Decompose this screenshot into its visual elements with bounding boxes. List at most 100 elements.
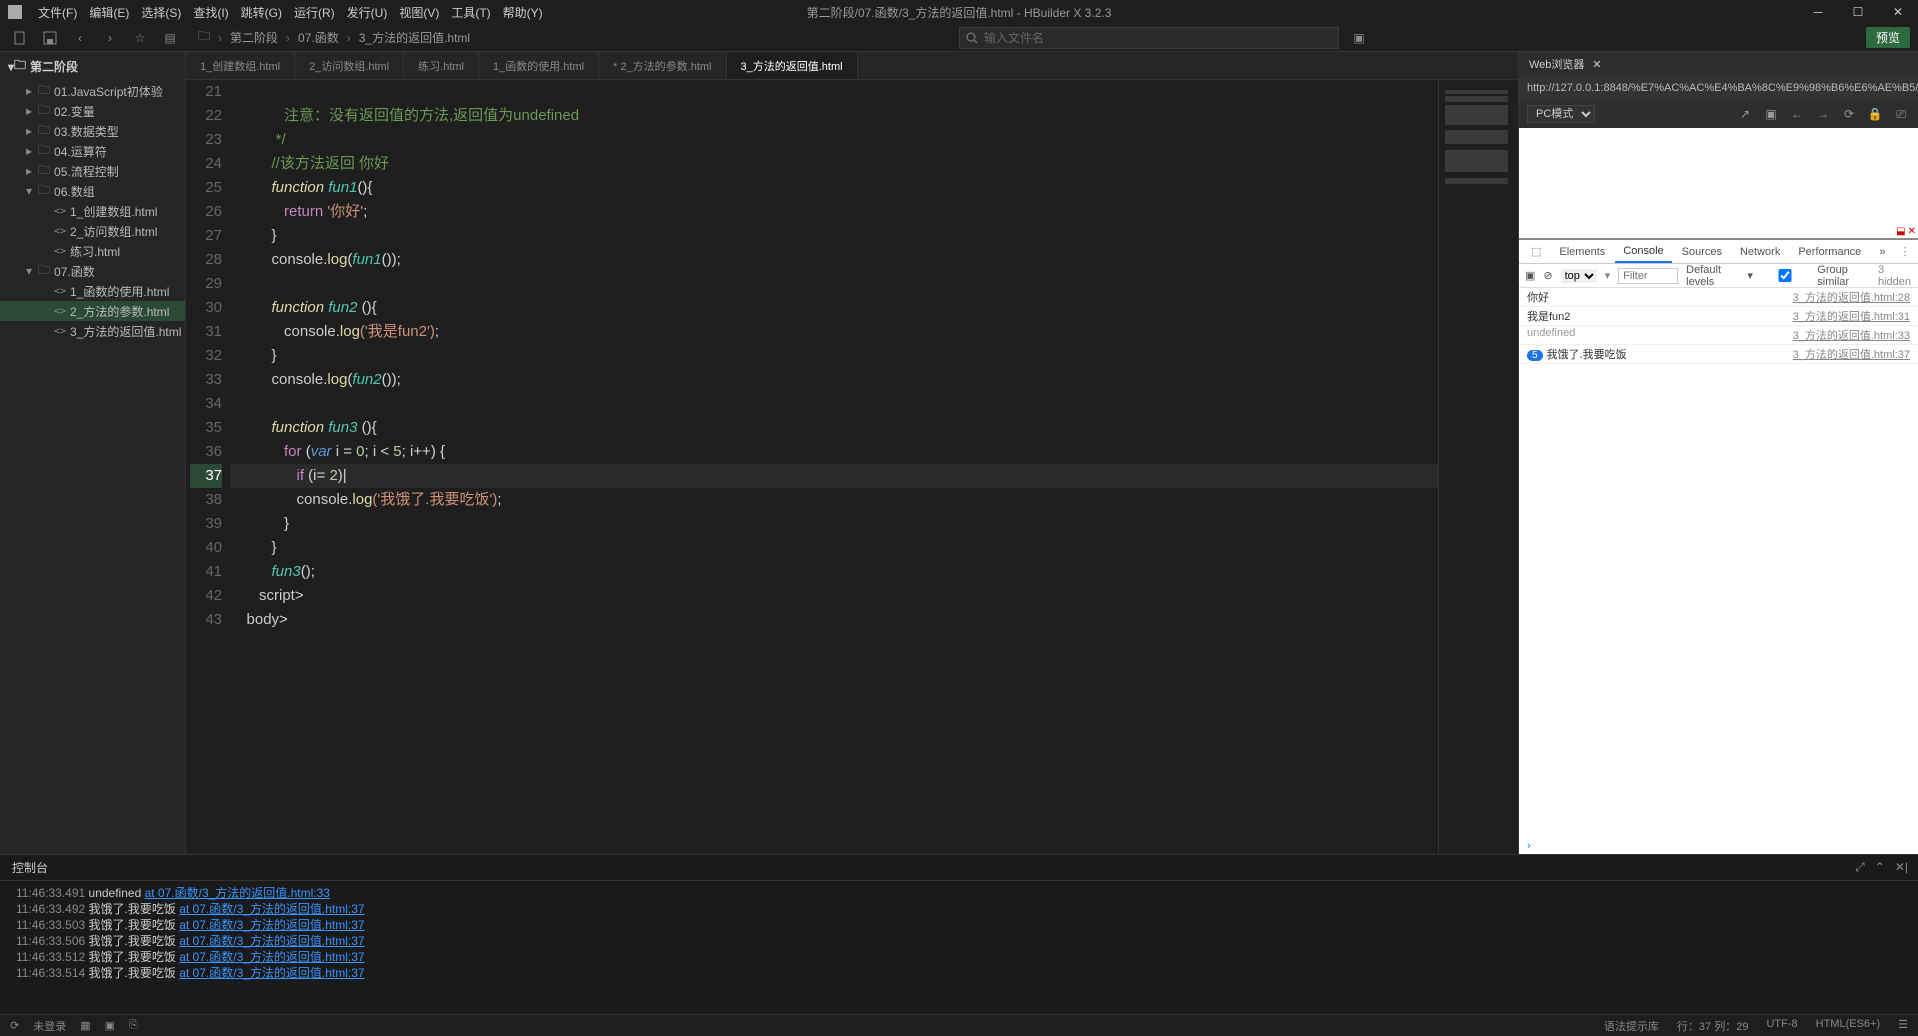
levels-select[interactable]: Default levels [1686,264,1739,288]
group-similar-checkbox[interactable] [1761,269,1809,282]
menu-find[interactable]: 查找(I) [187,4,234,21]
breadcrumb-item[interactable]: 3_方法的返回值.html [359,29,470,46]
lock-icon[interactable]: 🔒 [1866,107,1884,121]
preview-button[interactable]: 预览 [1866,27,1910,48]
minimap[interactable] [1438,80,1518,854]
menu-publish[interactable]: 发行(U) [341,4,394,21]
tree-file[interactable]: <>2_方法的参数.html [0,301,185,321]
url-bar[interactable]: http://127.0.0.1:8848/%E7%AC%AC%E4%BA%8C… [1519,76,1918,100]
terminal-icon[interactable]: ▣ [1347,26,1371,50]
editor-tab[interactable]: 练习.html [404,52,479,79]
notifications-icon[interactable]: ☰ [1898,1018,1908,1034]
language-mode[interactable]: HTML(ES6+) [1816,1018,1881,1034]
log-line: 11:46:33.503 我饿了.我要吃饭 at 07.函数/3_方法的返回值.… [16,917,1902,933]
devtools-tab-sources[interactable]: Sources [1674,242,1730,262]
terminal-status-icon[interactable]: ▣ [105,1019,115,1032]
more-tabs-icon[interactable]: » [1871,242,1893,262]
editor-tab[interactable]: 1_函数的使用.html [479,52,599,79]
tree-file[interactable]: <>3_方法的返回值.html [0,321,185,341]
inspect-icon[interactable]: ⬚ [1523,241,1549,262]
menu-help[interactable]: 帮助(Y) [497,4,549,21]
menu-select[interactable]: 选择(S) [135,4,187,21]
devtools-close-icon[interactable]: ✕ [1908,226,1916,237]
tree-folder[interactable]: ▸🗀02.变量 [0,101,185,121]
console-tab[interactable]: 控制台 [0,859,60,876]
devtools-tab-elements[interactable]: Elements [1551,242,1613,262]
folder-icon: 🗀 [14,56,26,77]
close-icon[interactable]: ✕ [1878,0,1918,24]
breadcrumb-item[interactable]: 第二阶段 [230,29,278,46]
open-external-icon[interactable]: ↗ [1736,107,1754,121]
close-icon[interactable]: ✕ [1592,58,1601,71]
log-line: 11:46:33.492 我饿了.我要吃饭 at 07.函数/3_方法的返回值.… [16,901,1902,917]
devtools-tab-performance[interactable]: Performance [1790,242,1869,262]
dock-side-icon[interactable]: ⬓ [1896,226,1905,237]
tree-file[interactable]: <>1_函数的使用.html [0,281,185,301]
explorer-icon[interactable]: ▤ [158,26,182,50]
menubar: 文件(F) 编辑(E) 选择(S) 查找(I) 跳转(G) 运行(R) 发行(U… [0,0,1918,24]
sidebar-toggle-icon[interactable]: ▣ [1525,269,1535,282]
refresh-icon[interactable]: ⟳ [1840,107,1858,121]
breadcrumb-item[interactable]: 07.函数 [298,29,339,46]
sync-icon[interactable]: ⟳ [10,1019,19,1032]
maximize-icon[interactable]: ☐ [1838,0,1878,24]
nav-back-icon[interactable]: ‹ [68,26,92,50]
console-message[interactable]: undefined3_方法的返回值.html:33 [1519,326,1918,345]
file-search-input[interactable]: 输入文件名 [959,27,1339,49]
console-collapse-icon[interactable]: ⌃ [1875,860,1885,875]
console-message[interactable]: 我是fun23_方法的返回值.html:31 [1519,307,1918,326]
context-select[interactable]: top [1561,269,1597,283]
save-icon[interactable] [38,26,62,50]
filter-input[interactable] [1618,268,1678,284]
device-mode-select[interactable]: PC模式 [1527,105,1595,123]
bookmark-icon[interactable]: ☆ [128,26,152,50]
search-icon [966,32,978,44]
menu-run[interactable]: 运行(R) [288,4,341,21]
clear-console-icon[interactable]: ⊘ [1543,269,1552,282]
tree-folder[interactable]: ▸🗀04.运算符 [0,141,185,161]
devtools-icon[interactable]: ⎚ [1892,107,1910,122]
tree-file[interactable]: <>练习.html [0,241,185,261]
editor-tab[interactable]: * 2_方法的参数.html [599,52,726,79]
nav-forward-icon[interactable]: › [98,26,122,50]
new-file-icon[interactable] [8,26,32,50]
hidden-count[interactable]: 3 hidden [1878,264,1912,288]
menu-tool[interactable]: 工具(T) [445,4,496,21]
project-root[interactable]: ▾ 🗀 第二阶段 [0,52,185,81]
menu-edit[interactable]: 编辑(E) [83,4,135,21]
editor-tab[interactable]: 3_方法的返回值.html [727,52,858,79]
tree-folder[interactable]: ▾🗀06.数组 [0,181,185,201]
console-prompt[interactable]: › [1519,838,1918,854]
console-expand-icon[interactable]: ⤢ [1855,860,1865,875]
login-status[interactable]: 未登录 [33,1018,66,1034]
console-message[interactable]: 5我饿了.我要吃饭3_方法的返回值.html:37 [1519,345,1918,364]
tree-folder[interactable]: ▸🗀05.流程控制 [0,161,185,181]
menu-view[interactable]: 视图(V) [393,4,445,21]
qrcode-icon[interactable]: ▣ [1762,107,1780,121]
console-close-icon[interactable]: ✕| [1895,860,1908,875]
editor-tab[interactable]: 1_创建数组.html [186,52,295,79]
devtools-tab-network[interactable]: Network [1732,242,1788,262]
tree-folder[interactable]: ▸🗀01.JavaScript初体验 [0,81,185,101]
devtools-tab-console[interactable]: Console [1615,241,1671,263]
back-icon[interactable]: ← [1788,107,1806,121]
menu-file[interactable]: 文件(F) [32,4,83,21]
grid-icon[interactable]: ▦ [80,1019,90,1032]
editor-tab[interactable]: 2_访问数组.html [295,52,404,79]
tree-folder[interactable]: ▾🗀07.函数 [0,261,185,281]
console-message[interactable]: 你好3_方法的返回值.html:28 [1519,288,1918,307]
browser-viewport[interactable] [1519,128,1918,238]
copy-icon[interactable]: ⎘ [129,1019,138,1032]
tree-file[interactable]: <>1_创建数组.html [0,201,185,221]
devtools-menu-icon[interactable]: ⋮ [1895,245,1914,258]
tree-folder[interactable]: ▸🗀03.数据类型 [0,121,185,141]
encoding[interactable]: UTF-8 [1766,1018,1797,1034]
tree-file[interactable]: <>2_访问数组.html [0,221,185,241]
code-editor[interactable]: 注意：没有返回值的方法,返回值为undefined */ //该方法返回 你好 … [230,80,1438,854]
forward-icon[interactable]: → [1814,107,1832,121]
menu-goto[interactable]: 跳转(G) [235,4,288,21]
syntax-hint[interactable]: 语法提示库 [1604,1018,1659,1034]
minimize-icon[interactable]: ─ [1798,0,1838,24]
folder-icon: 🗀 [198,27,210,48]
log-line: 11:46:33.491 undefined at 07.函数/3_方法的返回值… [16,885,1902,901]
